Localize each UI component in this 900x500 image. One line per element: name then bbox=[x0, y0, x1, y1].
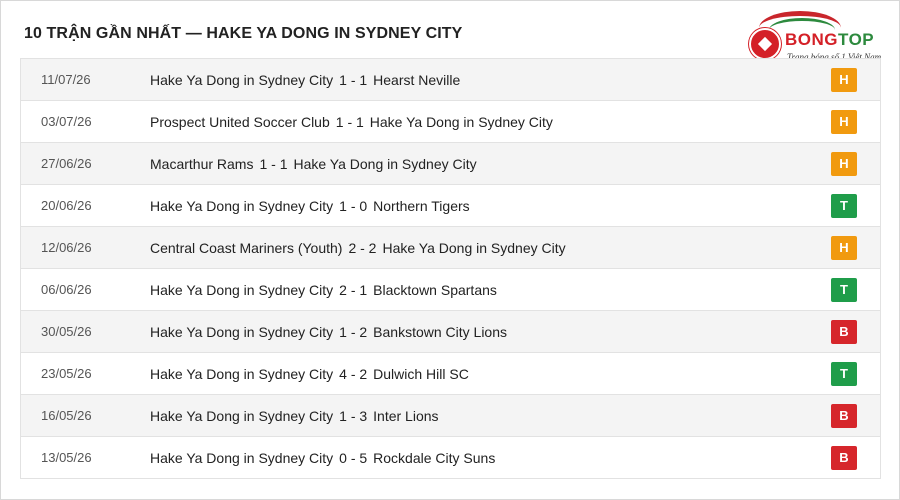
home-team: Hake Ya Dong in Sydney City bbox=[150, 407, 334, 424]
result-badge: T bbox=[831, 193, 857, 218]
match-date: 30/05/26 bbox=[41, 324, 92, 339]
match-row[interactable]: 11/07/26 Hake Ya Dong in Sydney City 1 - 1… bbox=[21, 59, 880, 101]
match-fixture[interactable]: Central Coast Mariners (Youth) 2 - 2 Hake … bbox=[150, 240, 566, 256]
match-fixture[interactable]: Hake Ya Dong in Sydney City 1 - 0 Northern… bbox=[150, 198, 470, 214]
match-date: 12/06/26 bbox=[41, 240, 92, 255]
match-score: 1 - 1 bbox=[339, 71, 368, 88]
home-team: Hake Ya Dong in Sydney City bbox=[150, 281, 334, 298]
home-team: Hake Ya Dong in Sydney City bbox=[150, 449, 334, 466]
result-badge: T bbox=[831, 361, 857, 386]
away-team: Hearst Neville bbox=[373, 71, 461, 88]
match-date: 13/05/26 bbox=[41, 450, 92, 465]
home-team: Macarthur Rams bbox=[150, 155, 254, 172]
result-badge: B bbox=[831, 403, 857, 428]
match-fixture[interactable]: Prospect United Soccer Club 1 - 1 Hake Ya … bbox=[150, 114, 553, 130]
away-team: Northern Tigers bbox=[373, 197, 470, 214]
soccer-ball-icon bbox=[749, 28, 781, 60]
match-row[interactable]: 20/06/26 Hake Ya Dong in Sydney City 1 - 0… bbox=[21, 185, 880, 227]
match-score: 1 - 1 bbox=[335, 113, 364, 130]
away-team: Hake Ya Dong in Sydney City bbox=[382, 239, 566, 256]
logo-word-top: TOP bbox=[838, 30, 875, 49]
match-fixture[interactable]: Macarthur Rams 1 - 1 Hake Ya Dong in Sydne… bbox=[150, 156, 477, 172]
result-badge: H bbox=[831, 151, 857, 176]
home-team: Hake Ya Dong in Sydney City bbox=[150, 323, 334, 340]
match-list: 11/07/26 Hake Ya Dong in Sydney City 1 - 1… bbox=[20, 58, 881, 479]
result-badge: T bbox=[831, 277, 857, 302]
match-row[interactable]: 30/05/26 Hake Ya Dong in Sydney City 1 - 2… bbox=[21, 311, 880, 353]
match-score: 1 - 1 bbox=[259, 155, 288, 172]
match-row[interactable]: 23/05/26 Hake Ya Dong in Sydney City 4 - 2… bbox=[21, 353, 880, 395]
match-date: 27/06/26 bbox=[41, 156, 92, 171]
match-score: 0 - 5 bbox=[339, 449, 368, 466]
away-team: Rockdale City Suns bbox=[373, 449, 496, 466]
result-badge: H bbox=[831, 67, 857, 92]
home-team: Hake Ya Dong in Sydney City bbox=[150, 365, 334, 382]
match-fixture[interactable]: Hake Ya Dong in Sydney City 1 - 2 Bankstow… bbox=[150, 324, 507, 340]
home-team: Central Coast Mariners (Youth) bbox=[150, 239, 343, 256]
match-row[interactable]: 13/05/26 Hake Ya Dong in Sydney City 0 - 5… bbox=[21, 437, 880, 479]
away-team: Blacktown Spartans bbox=[373, 281, 497, 298]
away-team: Hake Ya Dong in Sydney City bbox=[293, 155, 477, 172]
match-row[interactable]: 12/06/26 Central Coast Mariners (Youth) 2 … bbox=[21, 227, 880, 269]
match-row[interactable]: 16/05/26 Hake Ya Dong in Sydney City 1 - 3… bbox=[21, 395, 880, 437]
match-row[interactable]: 06/06/26 Hake Ya Dong in Sydney City 2 - 1… bbox=[21, 269, 880, 311]
result-badge: B bbox=[831, 319, 857, 344]
match-date: 11/07/26 bbox=[41, 72, 91, 87]
result-badge: H bbox=[831, 235, 857, 260]
match-score: 1 - 3 bbox=[339, 407, 368, 424]
away-team: Bankstown City Lions bbox=[373, 323, 507, 340]
match-date: 06/06/26 bbox=[41, 282, 92, 297]
match-fixture[interactable]: Hake Ya Dong in Sydney City 2 - 1 Blacktow… bbox=[150, 282, 497, 298]
match-date: 20/06/26 bbox=[41, 198, 92, 213]
away-team: Inter Lions bbox=[373, 407, 439, 424]
match-fixture[interactable]: Hake Ya Dong in Sydney City 4 - 2 Dulwich … bbox=[150, 366, 469, 382]
match-score: 1 - 0 bbox=[339, 197, 368, 214]
match-date: 16/05/26 bbox=[41, 408, 92, 423]
match-fixture[interactable]: Hake Ya Dong in Sydney City 1 - 1 Hearst N… bbox=[150, 72, 460, 88]
match-fixture[interactable]: Hake Ya Dong in Sydney City 0 - 5 Rockdale… bbox=[150, 450, 495, 466]
logo-wordmark: BONGTOP bbox=[785, 30, 874, 50]
match-row[interactable]: 27/06/26 Macarthur Rams 1 - 1 Hake Ya Dong … bbox=[21, 143, 880, 185]
match-fixture[interactable]: Hake Ya Dong in Sydney City 1 - 3 Inter Li… bbox=[150, 408, 439, 424]
match-date: 03/07/26 bbox=[41, 114, 92, 129]
logo-word-bong: BONG bbox=[785, 30, 838, 49]
match-score: 1 - 2 bbox=[339, 323, 368, 340]
away-team: Hake Ya Dong in Sydney City bbox=[369, 113, 553, 130]
home-team: Prospect United Soccer Club bbox=[150, 113, 330, 130]
page-title: 10 TRẬN GẦN NHẤT — HAKE YA DONG IN SYDNE… bbox=[24, 25, 463, 42]
away-team: Dulwich Hill SC bbox=[373, 365, 469, 382]
home-team: Hake Ya Dong in Sydney City bbox=[150, 71, 334, 88]
result-badge: H bbox=[831, 109, 857, 134]
result-badge: B bbox=[831, 445, 857, 470]
home-team: Hake Ya Dong in Sydney City bbox=[150, 197, 334, 214]
match-date: 23/05/26 bbox=[41, 366, 92, 381]
match-row[interactable]: 03/07/26 Prospect United Soccer Club 1 - 1… bbox=[21, 101, 880, 143]
match-score: 2 - 2 bbox=[348, 239, 377, 256]
match-score: 2 - 1 bbox=[339, 281, 368, 298]
match-score: 4 - 2 bbox=[339, 365, 368, 382]
